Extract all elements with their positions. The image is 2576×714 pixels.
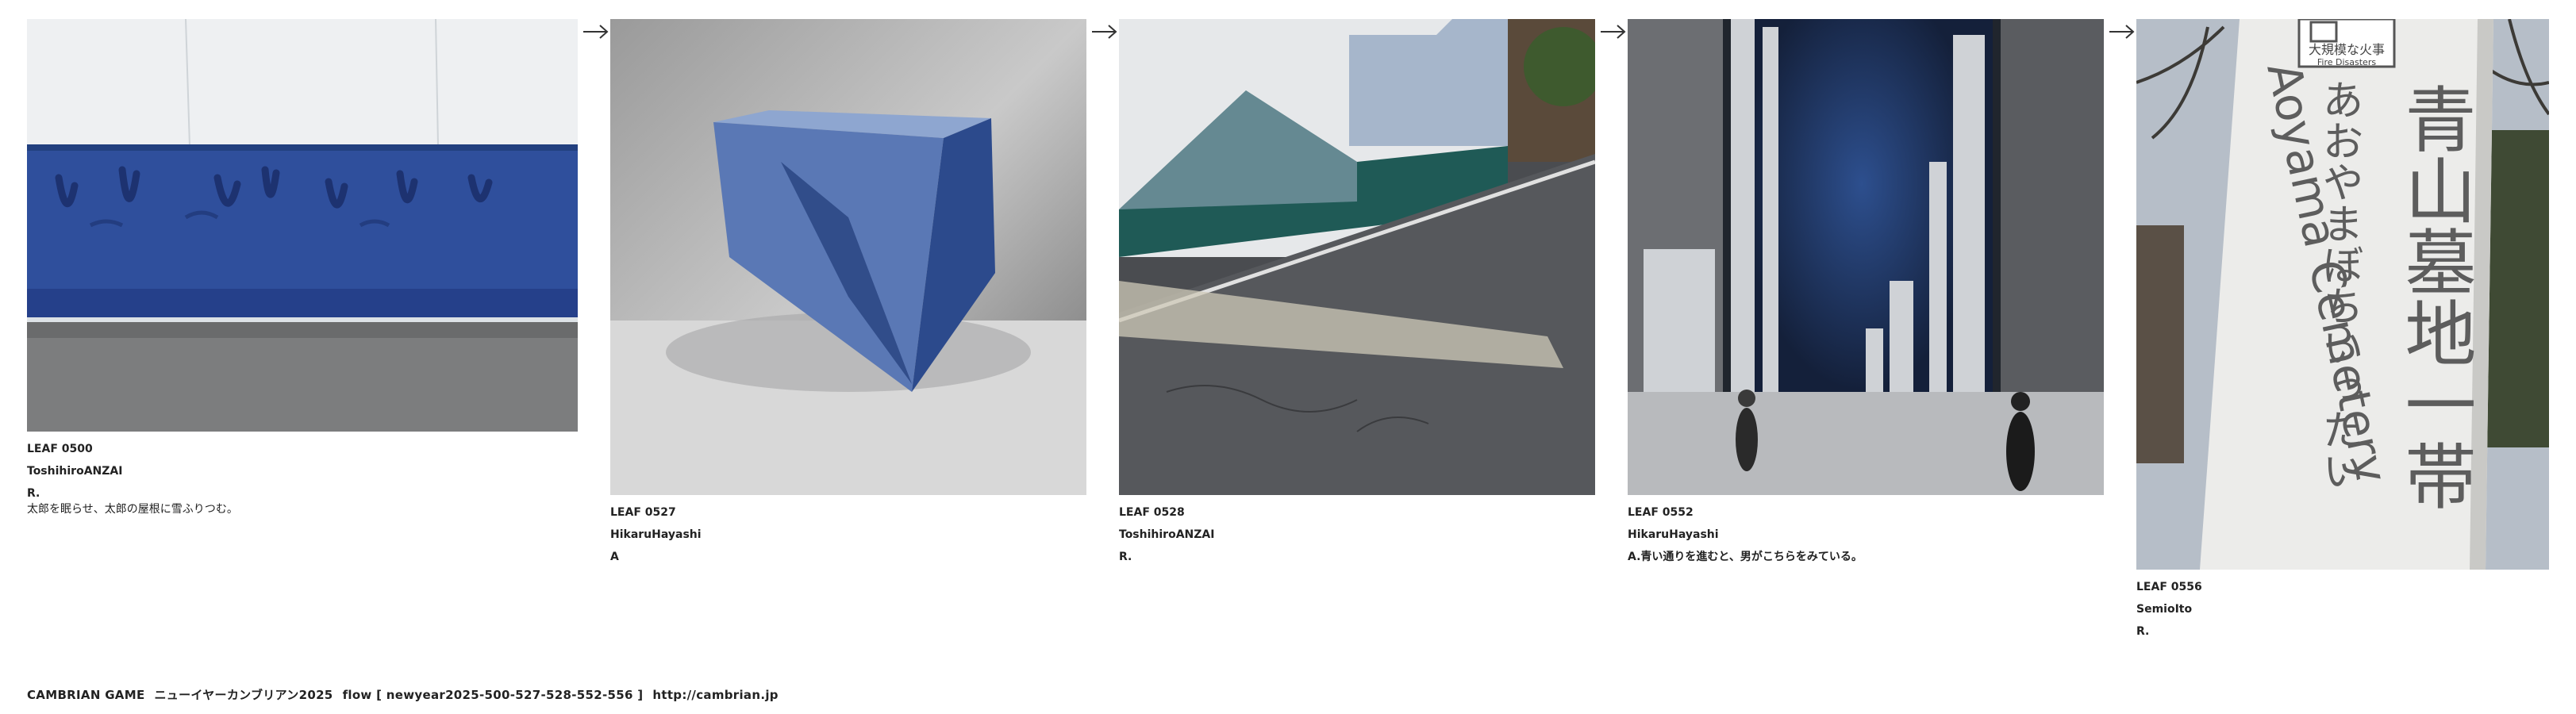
leaf-author[interactable]: ToshihiroANZAI (27, 463, 578, 479)
arrow-right-icon (2109, 25, 2135, 39)
arrow-right-icon (1092, 25, 1117, 39)
leaf-card-0500[interactable]: LEAF 0500 ToshihiroANZAI R. 太郎を眠らせ、太郎の屋根… (27, 19, 578, 524)
footer: CAMBRIAN GAME ニューイヤーカンブリアン2025 flow [ newy… (27, 686, 788, 703)
leaf-card-0552[interactable]: LEAF 0552 HikaruHayashi A.青い通りを進むと、男がこちら… (1628, 19, 2104, 571)
leaf-note: 太郎を眠らせ、太郎の屋根に雪ふりつむ。 (27, 503, 238, 516)
footer-url-link[interactable]: http://cambrian.jp (652, 688, 778, 702)
leaf-id: LEAF 0528 (1119, 506, 1185, 519)
leaf-meta: LEAF 0527 HikaruHayashi A (610, 505, 1086, 565)
leaf-author[interactable]: ToshihiroANZAI (1119, 527, 1595, 543)
surreal-city-photo[interactable] (1628, 19, 2104, 495)
leaf-author[interactable]: HikaruHayashi (610, 527, 1086, 543)
leaf-meta: LEAF 0528 ToshihiroANZAI R. (1119, 505, 1595, 565)
sign-badge-en: Fire Disasters (2317, 57, 2376, 67)
leaf-id: LEAF 0556 (2136, 581, 2202, 593)
leaf-meta: LEAF 0552 HikaruHayashi A.青い通りを進むと、男がこちら… (1628, 505, 2104, 565)
leaf-response: R. (27, 487, 40, 500)
sign-kanji-text: 青山墓地一帯 (2393, 83, 2476, 511)
leaf-id: LEAF 0500 (27, 443, 93, 455)
leaf-response: R. (2136, 625, 2150, 638)
leaf-card-0528[interactable]: LEAF 0528 ToshihiroANZAI R. (1119, 19, 1595, 571)
blue-painted-wall-photo[interactable] (27, 19, 578, 432)
leaf-id: LEAF 0527 (610, 506, 676, 519)
leaf-author[interactable]: HikaruHayashi (1628, 527, 2104, 543)
arrow-right-icon (1601, 25, 1626, 39)
cemetery-sign-photo[interactable]: 大規模な火事 Fire Disasters 青山墓地一帯 あおやまぼちいったい … (2136, 19, 2549, 570)
leaf-meta: LEAF 0556 SemioIto R. (2136, 579, 2549, 639)
leaf-author[interactable]: SemioIto (2136, 601, 2549, 617)
leaf-response: A (610, 551, 619, 563)
leaf-meta: LEAF 0500 ToshihiroANZAI R. 太郎を眠らせ、太郎の屋根… (27, 441, 578, 517)
footer-title: CAMBRIAN GAME (27, 688, 145, 702)
leaf-response: R. (1119, 551, 1132, 563)
footer-flow: flow [ newyear2025-500-527-528-552-556 ] (342, 688, 644, 702)
street-shadow-photo[interactable] (1119, 19, 1595, 495)
arrow-right-icon (583, 25, 609, 39)
leaf-card-0527[interactable]: LEAF 0527 HikaruHayashi A (610, 19, 1086, 571)
leaf-card-0556[interactable]: 大規模な火事 Fire Disasters 青山墓地一帯 あおやまぼちいったい … (2136, 19, 2549, 646)
sign-badge: 大規模な火事 (2309, 42, 2385, 57)
leaf-id: LEAF 0552 (1628, 506, 1694, 519)
leaf-response: A.青い通りを進むと、男がこちらをみている。 (1628, 551, 1863, 563)
footer-subtitle: ニューイヤーカンブリアン2025 (154, 688, 333, 702)
blue-glass-cube-photo[interactable] (610, 19, 1086, 495)
